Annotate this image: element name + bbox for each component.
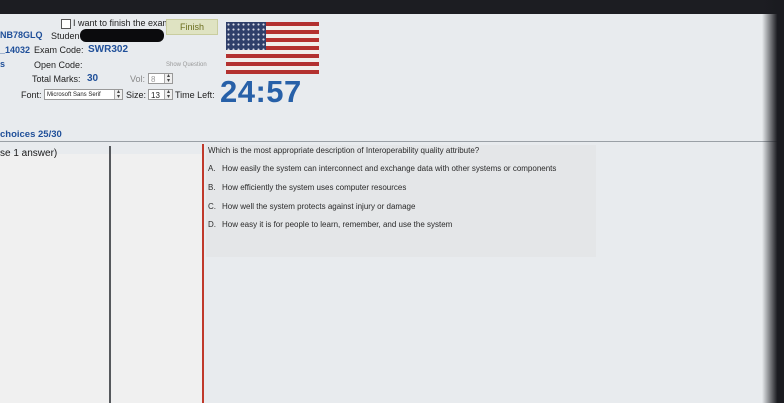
option-b[interactable]: B. How efficiently the system uses comput… [208,183,406,192]
redacted-student-name [80,29,164,42]
font-select[interactable]: Microsoft Sans Serif ▴ ▾ [44,89,123,100]
total-marks-value: 30 [87,73,99,84]
font-value: Microsoft Sans Serif [47,92,101,98]
option-text: How easily the system can interconnect a… [222,164,557,173]
candidate-id: NB78GLQ [0,30,43,40]
flag-icon [226,22,319,74]
option-d[interactable]: D. How easy it is for people to learn, re… [208,220,452,229]
option-text: How efficiently the system uses computer… [222,183,407,192]
code-fragment: _14032 [0,45,31,55]
left-edge-fragment: s [0,59,6,69]
spinner-arrows-icon: ▴ ▾ [164,89,172,100]
spinner-arrows-icon: ▴ ▾ [164,73,172,84]
vol-spinner[interactable]: 8 ▴ ▾ [148,73,173,84]
finish-exam-checkbox[interactable] [61,19,71,29]
option-text: How easy it is for people to learn, reme… [222,220,453,229]
finish-exam-label: I want to finish the exam. [73,18,173,28]
answer-panel [0,154,203,403]
vol-value: 8 [151,75,156,84]
size-value: 13 [151,91,160,100]
total-marks-label: Total Marks: [32,74,81,84]
monitor-bezel [762,0,784,403]
size-label: Size: [126,90,147,100]
spinner-arrows-icon: ▴ ▾ [114,89,122,100]
finish-button[interactable]: Finish [166,19,218,35]
choices-progress: choices 25/30 [0,129,62,140]
option-c[interactable]: C. How well the system protects against i… [208,202,415,211]
question-panel [206,145,596,257]
option-letter: C. [208,202,216,211]
exam-code-label: Exam Code: [34,45,84,55]
show-question-button[interactable]: Show Question [166,62,207,68]
size-spinner[interactable]: 13 ▴ ▾ [148,89,173,100]
exam-code-value: SWR302 [88,44,129,55]
panel-scroll-divider [109,146,111,403]
exam-window: I want to finish the exam. Finish NB78GL… [0,14,784,403]
option-letter: B. [208,183,216,192]
question-divider [202,144,204,403]
option-letter: D. [208,220,216,229]
option-a[interactable]: A. How easily the system can interconnect… [208,164,556,173]
vol-label: Vol: [130,74,146,84]
question-text: Which is the most appropriate descriptio… [208,146,480,155]
answer-hint: se 1 answer) [0,148,58,159]
font-label: Font: [21,90,42,100]
time-left-label: Time Left: [175,90,215,100]
student-label: Studen [51,31,80,41]
option-text: How well the system protects against inj… [222,202,416,211]
header-divider [0,141,784,142]
option-letter: A. [208,164,216,173]
open-code-label: Open Code: [34,60,83,70]
countdown-timer: 24:57 [220,74,302,109]
